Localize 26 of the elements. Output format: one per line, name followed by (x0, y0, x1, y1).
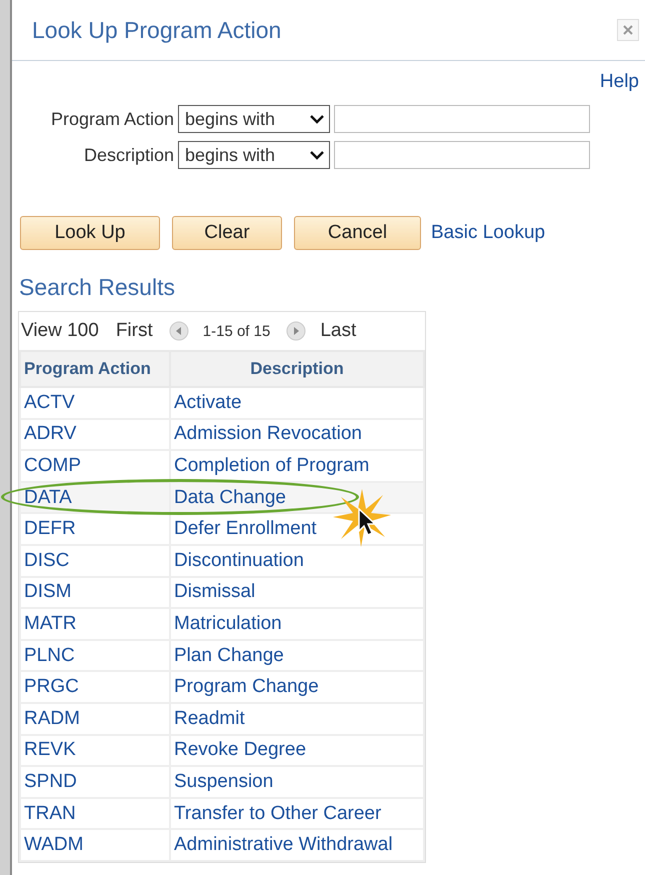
search-field[interactable] (334, 105, 590, 133)
help-link[interactable]: Help (600, 71, 639, 93)
field-label: Program Action (50, 108, 174, 130)
search-field[interactable] (334, 141, 590, 169)
field-label: Description (82, 144, 174, 166)
action-button[interactable]: Cancel (294, 216, 421, 250)
next-icon[interactable] (286, 321, 306, 341)
basic-lookup-link[interactable]: Basic Lookup (431, 222, 546, 244)
operator-dropdown[interactable]: begins with (178, 141, 330, 169)
action-button[interactable]: Clear (172, 216, 282, 250)
result-link[interactable]: Activate (174, 392, 242, 413)
close-icon (623, 25, 633, 35)
last-link[interactable]: Last (320, 320, 356, 342)
operator-dropdown[interactable]: begins with (178, 105, 330, 133)
window-title: Look Up Program Action (32, 16, 282, 44)
view-all-link[interactable]: View 100 (21, 320, 99, 342)
action-button[interactable]: Look Up (20, 216, 160, 250)
page-range: 1-15 of 15 (202, 322, 270, 340)
chevron-down-icon (309, 114, 325, 124)
previous-icon[interactable] (168, 321, 189, 341)
first-link[interactable]: First (116, 320, 153, 342)
section-title: Search Results (19, 274, 176, 301)
close-button[interactable] (617, 19, 639, 41)
column-header[interactable]: Description (250, 359, 344, 378)
chevron-down-icon (309, 150, 325, 160)
result-link[interactable]: Readmit (174, 708, 245, 729)
